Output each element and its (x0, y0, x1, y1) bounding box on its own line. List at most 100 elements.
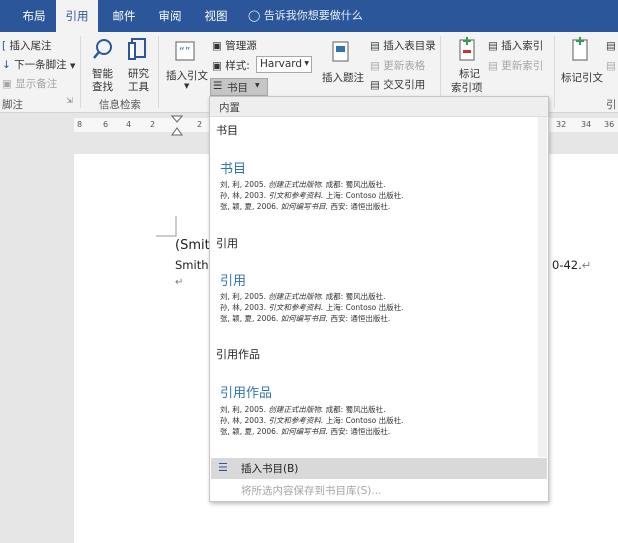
group-label-footnotes: 脚注 (2, 99, 23, 111)
bibliography-icon: ☰ (213, 80, 223, 92)
reference-line: 刘, 利, 2005. 创建正式出版物. 成都: 蜀风出版社. (220, 292, 386, 301)
ruler-number: 34 (581, 120, 592, 129)
show-notes-button[interactable]: ▣ 显示备注 (2, 76, 57, 91)
group-label-authorities: 引 (606, 99, 617, 111)
magnifier-icon (93, 39, 112, 59)
insert-caption-label: 插入题注 (322, 72, 364, 84)
tell-me-box[interactable]: ◯ 告诉我你想要做什么 (248, 0, 363, 32)
bibliography-gallery: 内置 书目 书目 刘, 利, 2005. 创建正式出版物. 成都: 蜀风出版社.… (209, 96, 549, 502)
reference-end-text: 0-42. (552, 258, 582, 272)
group-separator (554, 36, 555, 108)
reference-line: 张, 颖, 夏, 2006. 如何编写书目. 西安: 通恒出版社. (220, 427, 391, 436)
footnote-dialog-launcher-icon[interactable]: ⇲ (66, 96, 73, 105)
ruler-number: 32 (556, 120, 567, 129)
gallery-section-label: 书目 (216, 124, 238, 137)
paragraph-mark: ↵ (581, 258, 592, 272)
gallery-scrollbar[interactable] (538, 117, 547, 457)
endnote-icon: [ (2, 40, 7, 52)
insert-endnote-button[interactable]: [ 插入尾注 (2, 38, 51, 53)
update-table-icon: ▤ (370, 60, 380, 72)
tell-me-text: 告诉我你想要做什么 (263, 9, 363, 22)
style-value: Harvard (260, 58, 303, 70)
next-footnote-icon: ↓ (2, 59, 11, 71)
ribbon-tab-bar: 布局 引用 邮件 审阅 视图 ◯ 告诉我你想要做什么 (0, 0, 618, 32)
insert-index-button[interactable]: ▤ 插入索引 (488, 38, 543, 53)
mark-citation-label: 标记引文 (561, 72, 603, 84)
group-label-research: 信息检索 (99, 99, 141, 111)
mark-citation-icon (572, 37, 588, 61)
mark-entry-label-2: 索引项 (451, 82, 483, 94)
document-reference-end-text: 0-42.↵ (552, 258, 591, 272)
tab-layout[interactable]: 布局 (14, 0, 54, 32)
show-notes-icon: ▣ (2, 78, 12, 90)
gallery-section-label: 引用作品 (216, 348, 260, 361)
style-dropdown[interactable]: Harvard ▼ (256, 56, 312, 73)
insert-bibliography-icon: ☰ (218, 461, 228, 474)
ruler-number: 4 (126, 120, 132, 129)
margin-corner-mark (156, 216, 177, 237)
reference-line: 孙, 林, 2003. 引文和参考资料. 上海: Contoso 出版社. (220, 191, 404, 200)
gallery-header: 内置 (210, 97, 548, 117)
insert-bibliography-menu-item[interactable]: ☰ 插入书目(B) (211, 458, 547, 479)
manage-sources-button[interactable]: ▣ 管理源 (212, 38, 257, 53)
insert-table-of-figures-label: 插入表目录 (383, 40, 436, 52)
group-separator (158, 36, 159, 108)
reference-line: 张, 颖, 夏, 2006. 如何编写书目. 西安: 通恒出版社. (220, 314, 391, 323)
chevron-down-icon: ▼ (255, 82, 260, 89)
ruler-number: 8 (77, 120, 83, 129)
next-footnote-button[interactable]: ↓ 下一条脚注 ▼ (2, 57, 75, 72)
update-table-button[interactable]: ▤ 更新表格 (370, 58, 425, 73)
tab-review[interactable]: 审阅 (150, 0, 190, 32)
insert-index-icon: ▤ (488, 40, 498, 52)
tab-mailings[interactable]: 邮件 (104, 0, 144, 32)
reference-line: 孙, 林, 2003. 引文和参考资料. 上海: Contoso 出版社. (220, 303, 404, 312)
show-notes-label: 显示备注 (15, 78, 58, 90)
bibliography-button[interactable]: ☰ 书目 ▼ (210, 78, 268, 96)
chevron-down-icon: ▼ (304, 60, 309, 67)
insert-table-of-figures-button[interactable]: ▤ 插入表目录 (370, 38, 436, 53)
svg-text:“”: “” (179, 45, 190, 58)
update-index-icon: ▤ (488, 60, 498, 72)
insert-table-of-authorities-icon[interactable]: ▤ (606, 40, 616, 52)
reference-line: 孙, 林, 2003. 引文和参考资料. 上海: Contoso 出版社. (220, 416, 404, 425)
reference-line: 张, 颖, 夏, 2006. 如何编写书目. 西安: 通恒出版社. (220, 202, 391, 211)
gallery-header-label: 内置 (219, 102, 240, 114)
tab-references[interactable]: 引用 (56, 0, 98, 32)
style-icon: ▣ (212, 60, 222, 72)
insert-citation-icon: “” (175, 41, 195, 61)
insert-citation-label: 插入引文 (166, 70, 208, 82)
lightbulb-icon: ◯ (248, 9, 261, 22)
ruler-number: 2 (197, 120, 203, 129)
ruler-number: 36 (604, 120, 615, 129)
reference-line: 刘, 利, 2005. 创建正式出版物. 成都: 蜀风出版社. (220, 405, 386, 414)
next-footnote-label: 下一条脚注 (14, 59, 67, 71)
researcher-label-2: 工具 (128, 81, 149, 93)
update-table-label: 更新表格 (383, 60, 426, 72)
smart-lookup-label-2: 查找 (92, 81, 113, 93)
document-citation-text: (Smit (175, 238, 210, 253)
update-index-button[interactable]: ▤ 更新索引 (488, 58, 543, 73)
cross-reference-icon: ▤ (370, 79, 380, 91)
indent-marker-icon[interactable] (171, 115, 183, 137)
ruler-number: 6 (103, 120, 109, 129)
save-selection-label: 将所选内容保存到书目库(S)... (241, 485, 382, 497)
save-selection-menu-item[interactable]: 将所选内容保存到书目库(S)... (211, 480, 547, 500)
group-separator (80, 36, 81, 108)
insert-index-label: 插入索引 (501, 40, 544, 52)
paragraph-mark: ↵ (175, 277, 184, 288)
bibliography-label: 书目 (227, 82, 248, 94)
manage-sources-label: 管理源 (225, 40, 257, 52)
document-reference-text: Smith, (175, 258, 213, 272)
gallery-item-title: 引用作品 (220, 386, 273, 401)
tab-view[interactable]: 视图 (196, 0, 236, 32)
insert-endnote-label: 插入尾注 (9, 40, 52, 52)
gallery-item-title: 引用 (220, 274, 247, 289)
style-selector: ▣ 样式: (212, 58, 250, 73)
insert-bibliography-label: 插入书目(B) (241, 463, 299, 475)
gallery-item-title: 书目 (220, 162, 247, 177)
update-table-of-authorities-icon[interactable]: ▤ (606, 60, 616, 72)
researcher-icon (128, 38, 146, 60)
update-index-label: 更新索引 (501, 60, 544, 72)
reference-line: 刘, 利, 2005. 创建正式出版物. 成都: 蜀风出版社. (220, 180, 386, 189)
cross-reference-button[interactable]: ▤ 交叉引用 (370, 77, 425, 92)
